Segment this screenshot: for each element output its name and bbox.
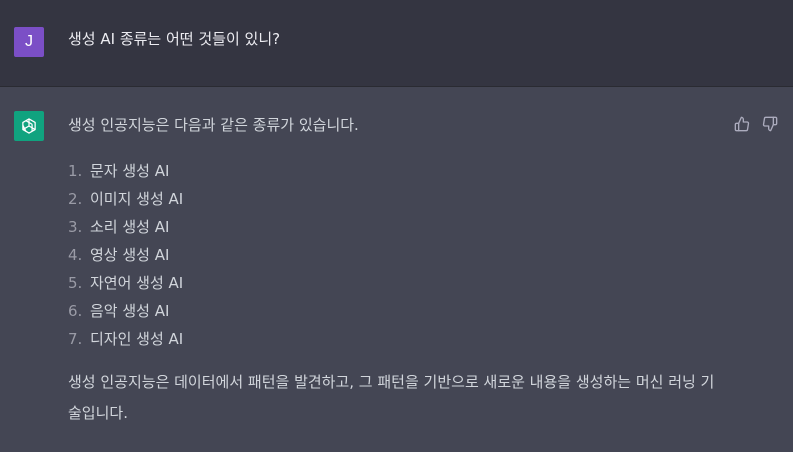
list-item-label: 자연어 생성 AI <box>90 274 184 292</box>
list-item: 2. 이미지 생성 AI <box>68 189 718 217</box>
list-item: 5. 자연어 생성 AI <box>68 273 718 301</box>
list-number: 2. <box>68 190 83 208</box>
list-number: 6. <box>68 302 83 320</box>
message-feedback-actions <box>733 115 779 133</box>
list-item-label: 영상 생성 AI <box>90 246 170 264</box>
generative-ai-type-list: 1. 문자 생성 AI 2. 이미지 생성 AI 3. 소리 생성 AI 4. … <box>68 161 718 357</box>
list-item: 7. 디자인 생성 AI <box>68 329 718 357</box>
thumbs-down-icon[interactable] <box>761 115 779 133</box>
assistant-message-content: 생성 인공지능은 다음과 같은 종류가 있습니다. 1. 문자 생성 AI 2.… <box>68 115 718 429</box>
list-item: 6. 음악 생성 AI <box>68 301 718 329</box>
list-number: 7. <box>68 330 83 348</box>
list-number: 1. <box>68 162 83 180</box>
assistant-intro-text: 생성 인공지능은 다음과 같은 종류가 있습니다. <box>68 116 359 134</box>
list-item-label: 이미지 생성 AI <box>90 190 184 208</box>
list-number: 5. <box>68 274 83 292</box>
list-item: 4. 영상 생성 AI <box>68 245 718 273</box>
thumbs-up-icon[interactable] <box>733 115 751 133</box>
list-item-label: 디자인 생성 AI <box>90 330 184 348</box>
list-item-label: 문자 생성 AI <box>90 162 170 180</box>
list-item: 1. 문자 생성 AI <box>68 161 718 189</box>
chat-page: J 생성 AI 종류는 어떤 것들이 있니? 생성 인공지능은 다음과 같은 종… <box>0 0 793 452</box>
list-number: 3. <box>68 218 83 236</box>
list-item: 3. 소리 생성 AI <box>68 217 718 245</box>
user-message-row: J 생성 AI 종류는 어떤 것들이 있니? <box>0 0 793 87</box>
list-item-label: 소리 생성 AI <box>90 218 170 236</box>
openai-logo-icon <box>14 111 44 141</box>
user-message-text: 생성 AI 종류는 어떤 것들이 있니? <box>68 30 281 48</box>
assistant-message-row: 생성 인공지능은 다음과 같은 종류가 있습니다. 1. 문자 생성 AI 2.… <box>0 87 793 452</box>
user-avatar: J <box>14 27 44 57</box>
list-number: 4. <box>68 246 83 264</box>
list-item-label: 음악 생성 AI <box>90 302 170 320</box>
assistant-outro-text: 생성 인공지능은 데이터에서 패턴을 발견하고, 그 패턴을 기반으로 새로운 … <box>68 373 715 422</box>
